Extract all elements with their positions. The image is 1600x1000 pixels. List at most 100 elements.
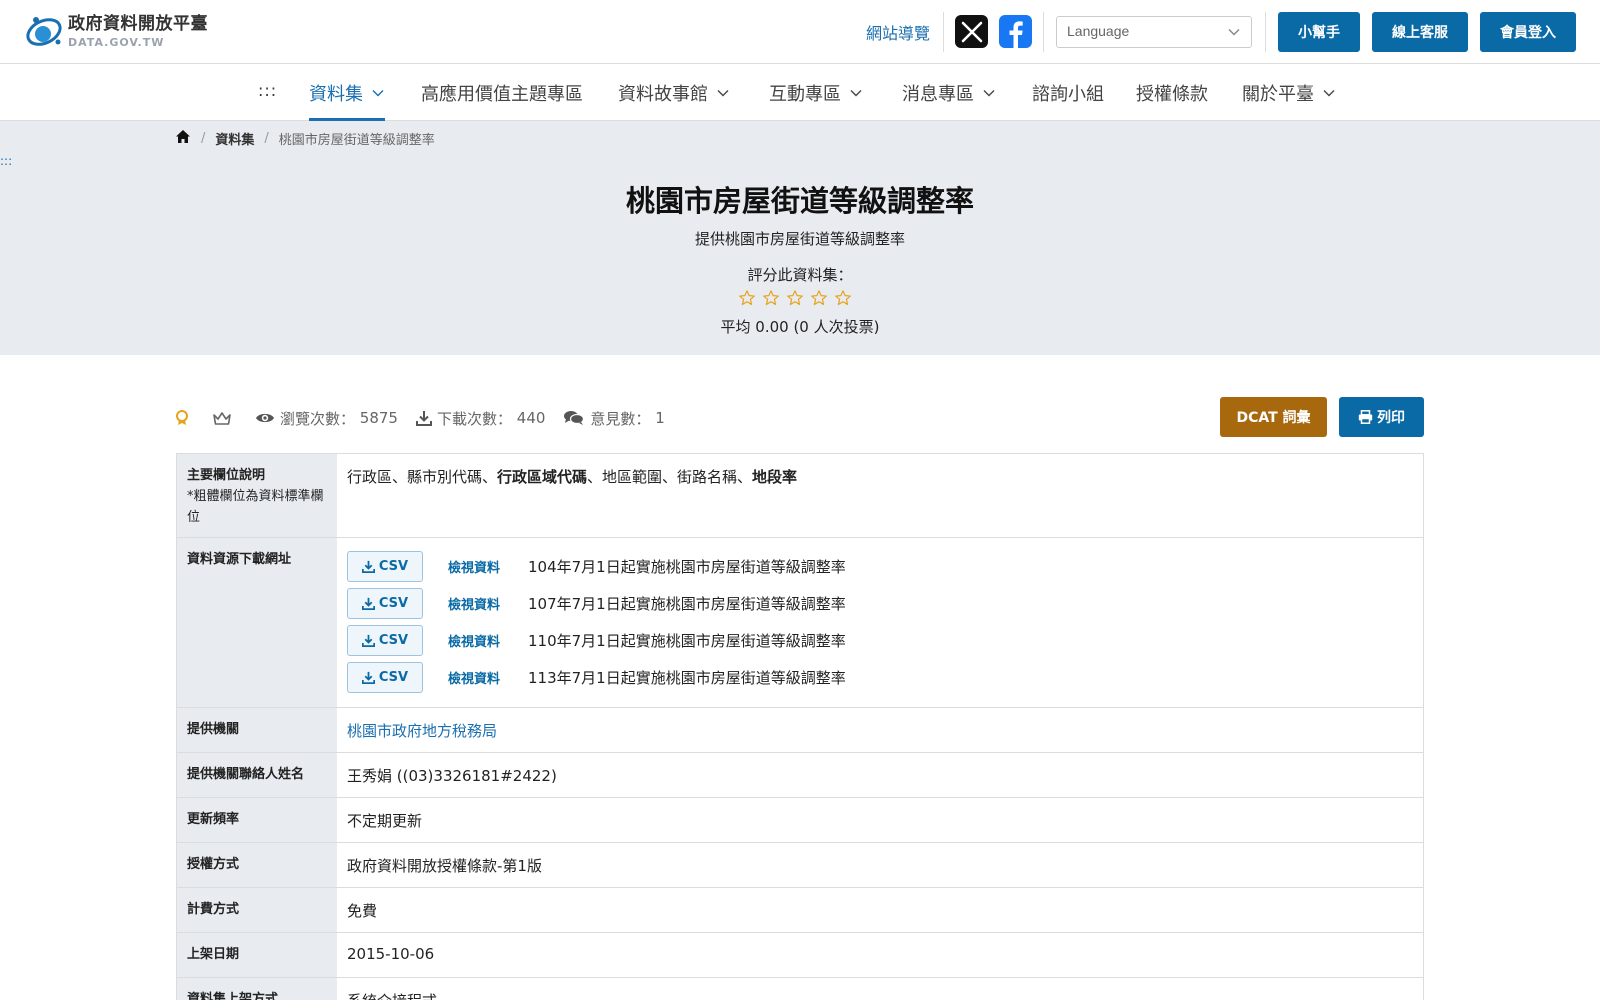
row-value: 免費 (337, 888, 1424, 932)
rating-average: 平均 0.00 (0 人次投票) (720, 318, 880, 336)
field-text: 、地區範圍、街路名稱、 (587, 468, 753, 486)
csv-download-button[interactable]: CSV (347, 588, 423, 619)
language-select[interactable]: Language (1056, 16, 1252, 48)
breadcrumb-separator: / (201, 131, 206, 146)
rating-label: 評分此資料集： (747, 266, 853, 284)
csv-label: CSV (378, 670, 409, 685)
nav-item-advisory[interactable]: 諮詢小組 (1032, 79, 1104, 107)
field-text: 行政區、縣市別代碼、 (347, 468, 498, 486)
comments-label: 意見數： (590, 409, 651, 428)
online-support-button[interactable]: 線上客服 (1372, 12, 1468, 52)
csv-label: CSV (378, 596, 409, 611)
row-value: 2015-10-06 (337, 933, 1424, 977)
resource-item: CSV 檢視資料 110年7月1日起實施桃園市房屋街道等級調整率 (347, 622, 1413, 659)
chevron-down-icon (983, 90, 995, 97)
printer-icon (1358, 410, 1373, 424)
breadcrumb: / 資料集 / 桃園市房屋街道等級調整率 (175, 129, 435, 148)
nav-item-label: 諮詢小組 (1032, 84, 1104, 105)
view-data-link[interactable]: 檢視資料 (448, 594, 528, 613)
resource-name: 110年7月1日起實施桃園市房屋街道等級調整率 (528, 632, 846, 650)
member-login-button[interactable]: 會員登入 (1480, 12, 1576, 52)
star-icon[interactable] (738, 289, 756, 307)
content-access-key[interactable]: ::: (0, 154, 12, 168)
nav-item-label: 資料集 (309, 84, 363, 105)
csv-download-button[interactable]: CSV (347, 662, 423, 693)
view-data-link[interactable]: 檢視資料 (448, 557, 528, 576)
page-title: 桃園市房屋街道等級調整率 (625, 184, 974, 218)
helper-button[interactable]: 小幫手 (1278, 12, 1360, 52)
view-data-link[interactable]: 檢視資料 (448, 631, 528, 650)
chevron-down-icon (717, 90, 729, 97)
table-row: 主要欄位說明 *粗體欄位為資料標準欄位 行政區、縣市別代碼、行政區域代碼、地區範… (176, 454, 1424, 538)
facebook-logo-icon (1009, 21, 1023, 48)
download-icon (415, 411, 432, 426)
main-fields-value: 行政區、縣市別代碼、行政區域代碼、地區範圍、街路名稱、地段率 (337, 454, 1424, 537)
star-icon[interactable] (762, 289, 780, 307)
standard-field: 行政區域代碼 (497, 468, 588, 486)
download-icon (361, 597, 375, 610)
rating-stars (738, 289, 852, 307)
nav-item-interactive[interactable]: 互動專區 (769, 79, 863, 107)
nav-item-stories[interactable]: 資料故事館 (618, 79, 730, 107)
row-value: 王秀娟 ((03)3326181#2422) (337, 753, 1424, 797)
row-header: 資料資源下載網址 (176, 538, 337, 707)
x-twitter-icon[interactable] (955, 15, 988, 48)
x-logo-icon (961, 21, 982, 42)
comments-stat: 意見數： 1 (563, 408, 665, 429)
eye-icon (256, 413, 274, 423)
facebook-icon[interactable] (999, 15, 1032, 48)
resource-name: 113年7月1日起實施桃園市房屋街道等級調整率 (528, 669, 846, 687)
nav-item-label: 資料故事館 (618, 84, 708, 105)
star-icon[interactable] (834, 289, 852, 307)
resources-list: CSV 檢視資料 104年7月1日起實施桃園市房屋街道等級調整率 CSV 檢視資… (337, 538, 1424, 707)
nav-item-license[interactable]: 授權條款 (1136, 79, 1208, 107)
nav-item-datasets[interactable]: 資料集 (309, 79, 385, 121)
row-value: 桃園市政府地方稅務局 (337, 708, 1424, 752)
sitemap-link[interactable]: 網站導覽 (866, 20, 930, 44)
view-data-link[interactable]: 檢視資料 (448, 668, 528, 687)
chevron-down-icon (1228, 28, 1240, 36)
table-row: 提供機關聯絡人姓名 王秀娟 ((03)3326181#2422) (176, 753, 1424, 798)
downloads-count: 440 (516, 409, 546, 427)
provider-org-link[interactable]: 桃園市政府地方稅務局 (347, 722, 497, 740)
access-key[interactable]: ::: (258, 81, 277, 100)
resource-item: CSV 檢視資料 107年7月1日起實施桃園市房屋街道等級調整率 (347, 585, 1413, 622)
breadcrumb-datasets[interactable]: 資料集 (215, 129, 254, 148)
fields-label: 主要欄位說明 (187, 468, 266, 483)
csv-label: CSV (378, 559, 409, 574)
crown-icon (213, 412, 231, 425)
nav-item-label: 高應用價值主題專區 (421, 84, 583, 105)
nav-item-label: 關於平臺 (1242, 84, 1314, 105)
resource-item: CSV 檢視資料 113年7月1日起實施桃園市房屋街道等級調整率 (347, 659, 1413, 696)
table-row: 計費方式 免費 (176, 888, 1424, 933)
star-icon[interactable] (786, 289, 804, 307)
row-header: 授權方式 (176, 843, 337, 887)
home-icon[interactable] (175, 129, 191, 148)
views-stat: 瀏覽次數： 5875 (255, 408, 398, 429)
views-label: 瀏覽次數： (280, 409, 356, 428)
site-header: 政府資料開放平臺 DATA.GOV.TW 網站導覽 Language 小幫手 線… (0, 0, 1600, 64)
print-button[interactable]: 列印 (1339, 397, 1424, 437)
download-icon (361, 560, 375, 573)
standard-field: 地段率 (752, 468, 798, 486)
nav-item-about[interactable]: 關於平臺 (1242, 79, 1336, 107)
divider (943, 12, 944, 52)
logo-subtitle: DATA.GOV.TW (68, 35, 165, 49)
site-logo[interactable]: 政府資料開放平臺 DATA.GOV.TW (22, 12, 208, 52)
resource-item: CSV 檢視資料 104年7月1日起實施桃園市房屋街道等級調整率 (347, 548, 1413, 585)
row-header: 提供機關聯絡人姓名 (176, 753, 337, 797)
nav-item-high-value[interactable]: 高應用價值主題專區 (421, 79, 583, 107)
dcat-vocab-button[interactable]: DCAT 詞彙 (1220, 397, 1327, 437)
main-nav: ::: 資料集 高應用價值主題專區 資料故事館 互動專區 消息專區 諮詢小組 授… (0, 65, 1600, 121)
dataset-description: 提供桃園市房屋街道等級調整率 (694, 230, 905, 248)
comments-count: 1 (655, 409, 665, 427)
row-value: 系統介接程式 (337, 978, 1424, 1000)
award-icon (176, 410, 188, 425)
divider (1043, 12, 1044, 52)
nav-item-label: 消息專區 (902, 84, 974, 105)
csv-download-button[interactable]: CSV (347, 551, 423, 582)
star-icon[interactable] (810, 289, 828, 307)
csv-download-button[interactable]: CSV (347, 625, 423, 656)
print-label: 列印 (1377, 410, 1405, 426)
nav-item-news[interactable]: 消息專區 (902, 79, 996, 107)
